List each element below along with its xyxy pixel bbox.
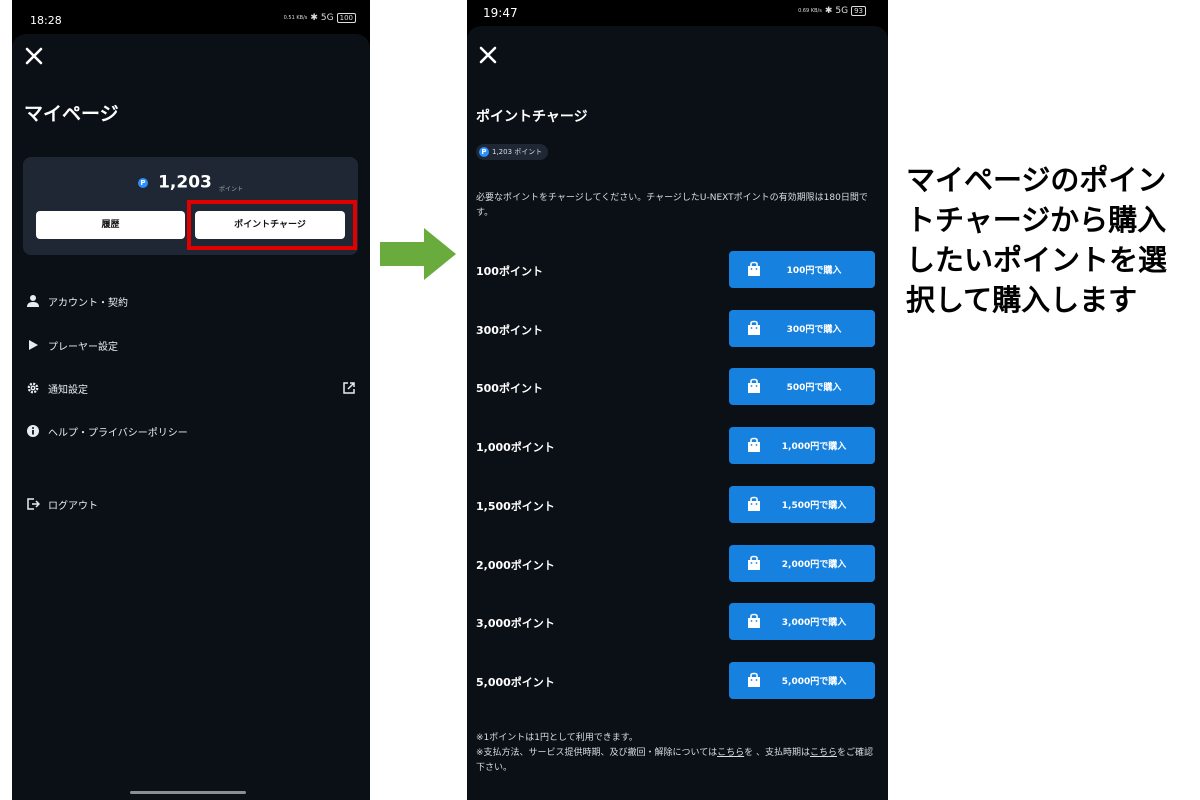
point-charge-sheet: ポイントチャージ P 1,203 ポイント 必要なポイントをチャージしてください…: [467, 26, 888, 800]
history-button[interactable]: 履歴: [36, 211, 185, 239]
plan-row: 500ポイント 500円で購入: [476, 368, 876, 406]
menu-item-label: アカウント・契約: [48, 297, 128, 309]
buy-button-label: 300円で購入: [786, 325, 842, 335]
buy-button[interactable]: 500円で購入: [729, 368, 875, 405]
plan-label: 3,000ポイント: [476, 617, 555, 630]
menu-item-label: 通知設定: [48, 384, 88, 396]
caption-text: マイページのポイントチャージから購入したいポイントを選択して購入します: [906, 163, 1168, 317]
info-icon: [27, 425, 39, 437]
close-icon[interactable]: [476, 43, 500, 67]
plan-row: 300ポイント 300円で購入: [476, 310, 876, 348]
bluetooth-icon: ✱: [824, 6, 833, 16]
battery-icon: 100: [336, 13, 356, 23]
buy-button-label: 500円で購入: [786, 383, 842, 393]
network-speed: 0.51 KB/s: [283, 14, 308, 21]
page-title: マイページ: [24, 103, 119, 125]
note-text: ※支払方法、サービス提供時期、及び撤回・解除については: [476, 748, 718, 758]
bluetooth-icon: ✱: [310, 13, 318, 23]
status-icons: 0.51 KB/s ✱ 5G 100: [284, 13, 356, 23]
plan-label: 1,000ポイント: [476, 441, 555, 454]
notes: ※1ポイントは1円として利用できます。 ※支払方法、サービス提供時期、及び撤回・…: [476, 731, 876, 776]
plan-row: 1,500ポイント 1,500円で購入: [476, 486, 876, 524]
buy-button-label: 100円で購入: [786, 266, 842, 276]
buy-button[interactable]: 1,500円で購入: [729, 486, 875, 523]
buy-button-label: 1,000円で購入: [781, 442, 847, 452]
menu-item-player-settings[interactable]: プレーヤー設定: [26, 334, 118, 356]
status-bar: 18:28 0.51 KB/s ✱ 5G 100: [12, 0, 370, 32]
menu-item-label: ログアウト: [48, 500, 98, 512]
gear-icon: [27, 382, 39, 394]
plan-label: 500ポイント: [476, 382, 543, 395]
plan-label: 2,000ポイント: [476, 559, 555, 572]
buy-button-label: 1,500円で購入: [781, 501, 847, 511]
points-badge: P 1,203 ポイント: [476, 144, 549, 160]
signal-icon: 5G: [835, 6, 849, 16]
note-line: ※支払方法、サービス提供時期、及び撤回・解除についてはこちらを 、支払時期はこち…: [476, 746, 876, 776]
points-value: 1,203: [158, 172, 212, 193]
point-charge-screen: 19:47 0.69 KB/s ✱ 5G 93 ポイントチャージ P 1,203…: [467, 0, 888, 800]
status-time: 19:47: [483, 6, 518, 20]
person-icon: [27, 295, 39, 307]
payment-info-link[interactable]: こちら: [717, 748, 744, 758]
points-unit: ポイント: [218, 185, 243, 193]
plan-row: 100ポイント 100円で購入: [476, 251, 876, 289]
plan-label: 1,500ポイント: [476, 500, 555, 513]
buy-button[interactable]: 5,000円で購入: [729, 662, 875, 699]
buy-button[interactable]: 1,000円で購入: [729, 427, 875, 464]
external-link-icon[interactable]: [342, 381, 356, 395]
buy-button-label: 3,000円で購入: [781, 618, 847, 628]
plan-row: 3,000ポイント 3,000円で購入: [476, 603, 876, 641]
buy-button[interactable]: 300円で購入: [729, 310, 875, 347]
network-speed: 0.69 KB/s: [798, 7, 822, 14]
plan-row: 5,000ポイント 5,000円で購入: [476, 662, 876, 700]
buy-button-label: 5,000円で購入: [781, 677, 847, 687]
buy-button[interactable]: 2,000円で購入: [729, 545, 875, 582]
points-balance: P 1,203 ポイント: [23, 172, 358, 193]
highlight-frame: [187, 200, 357, 250]
signal-icon: 5G: [320, 13, 334, 23]
plan-label: 5,000ポイント: [476, 676, 555, 689]
menu-item-help-privacy[interactable]: ヘルプ・プライバシーポリシー: [26, 420, 188, 442]
note-text: を 、支払時期は: [744, 748, 810, 758]
buy-button[interactable]: 3,000円で購入: [729, 603, 875, 640]
close-icon[interactable]: [22, 44, 46, 68]
buy-button-label: 2,000円で購入: [781, 560, 847, 570]
arrow-right-icon: [380, 228, 456, 280]
play-icon: [29, 340, 38, 350]
plan-label: 100ポイント: [476, 265, 543, 278]
page-title: ポイントチャージ: [476, 109, 588, 125]
payment-timing-link[interactable]: こちら: [810, 748, 837, 758]
mypage-screen: 18:28 0.51 KB/s ✱ 5G 100 マイページ P 1,203 ポ…: [12, 0, 370, 800]
home-indicator[interactable]: [130, 791, 246, 794]
menu-item-notification-settings[interactable]: 通知設定: [26, 377, 88, 399]
point-icon: P: [479, 147, 489, 157]
menu-item-account[interactable]: アカウント・契約: [26, 290, 128, 312]
point-icon: P: [138, 177, 148, 188]
buy-button[interactable]: 100円で購入: [729, 251, 875, 288]
menu-item-label: ヘルプ・プライバシーポリシー: [48, 427, 188, 439]
logout-icon: [27, 498, 40, 510]
plan-label: 300ポイント: [476, 324, 543, 337]
plan-row: 1,000ポイント 1,000円で購入: [476, 427, 876, 465]
mypage-sheet: [12, 34, 370, 800]
menu-item-logout[interactable]: ログアウト: [26, 493, 98, 515]
points-badge-text: 1,203 ポイント: [492, 148, 543, 156]
status-icons: 0.69 KB/s ✱ 5G 93: [798, 6, 866, 16]
menu-item-label: プレーヤー設定: [48, 341, 118, 353]
status-time: 18:28: [30, 14, 62, 27]
battery-icon: 93: [851, 6, 866, 16]
plan-row: 2,000ポイント 2,000円で購入: [476, 545, 876, 583]
note-line: ※1ポイントは1円として利用できます。: [476, 733, 638, 743]
charge-description: 必要なポイントをチャージしてください。チャージしたU-NEXTポイントの有効期限…: [476, 193, 868, 218]
